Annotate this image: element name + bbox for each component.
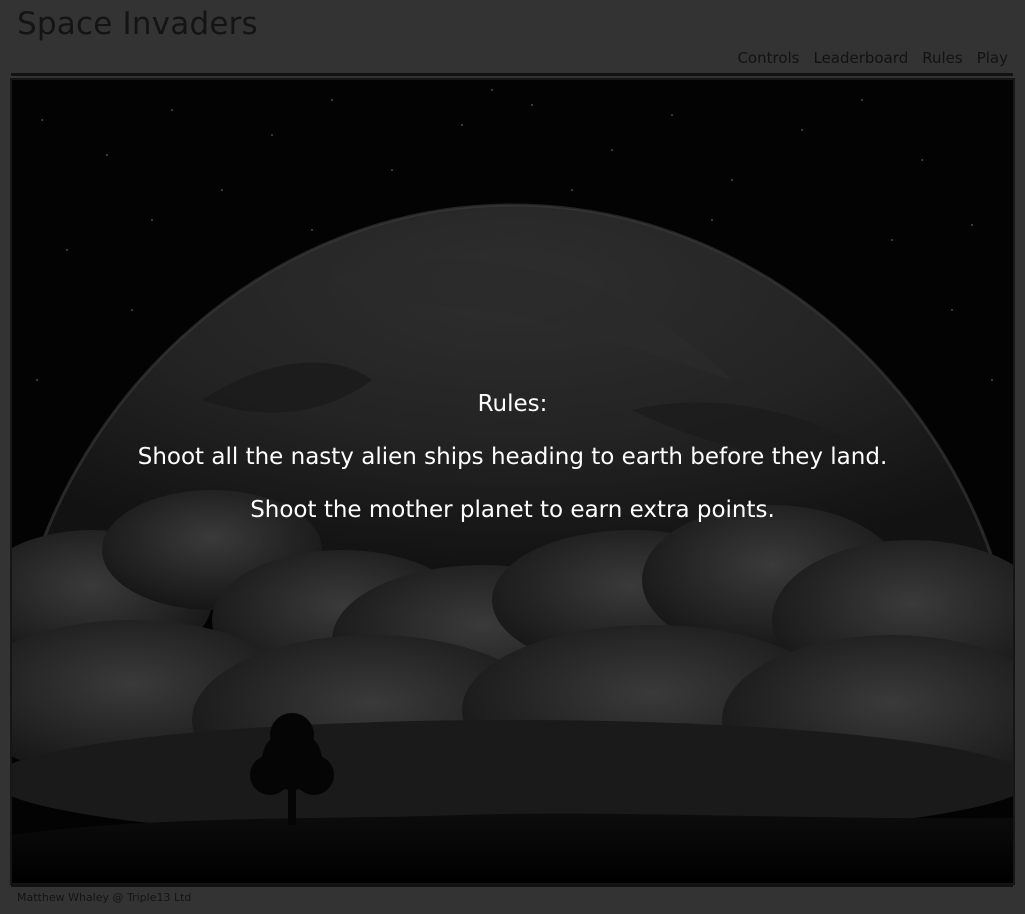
rules-line-1: Shoot all the nasty alien ships heading … xyxy=(137,444,888,470)
site-header: Space Invaders Controls Leaderboard Rule… xyxy=(0,0,1025,76)
ground xyxy=(12,813,1013,883)
nav-link-leaderboard[interactable]: Leaderboard xyxy=(813,49,908,67)
rules-heading: Rules: xyxy=(477,391,548,417)
nav-link-rules[interactable]: Rules xyxy=(922,49,962,67)
footer-divider xyxy=(11,884,1013,887)
header-divider xyxy=(11,73,1013,76)
main-nav: Controls Leaderboard Rules Play xyxy=(737,49,1008,67)
game-stage: Rules: Shoot all the nasty alien ships h… xyxy=(10,78,1015,885)
nav-link-controls[interactable]: Controls xyxy=(737,49,799,67)
footer-credit: Matthew Whaley @ Triple13 Ltd xyxy=(17,891,192,904)
nav-link-play[interactable]: Play xyxy=(977,49,1008,67)
site-title: Space Invaders xyxy=(17,6,258,42)
rules-panel: Rules: Shoot all the nasty alien ships h… xyxy=(12,390,1013,549)
rules-line-2: Shoot the mother planet to earn extra po… xyxy=(250,497,775,523)
